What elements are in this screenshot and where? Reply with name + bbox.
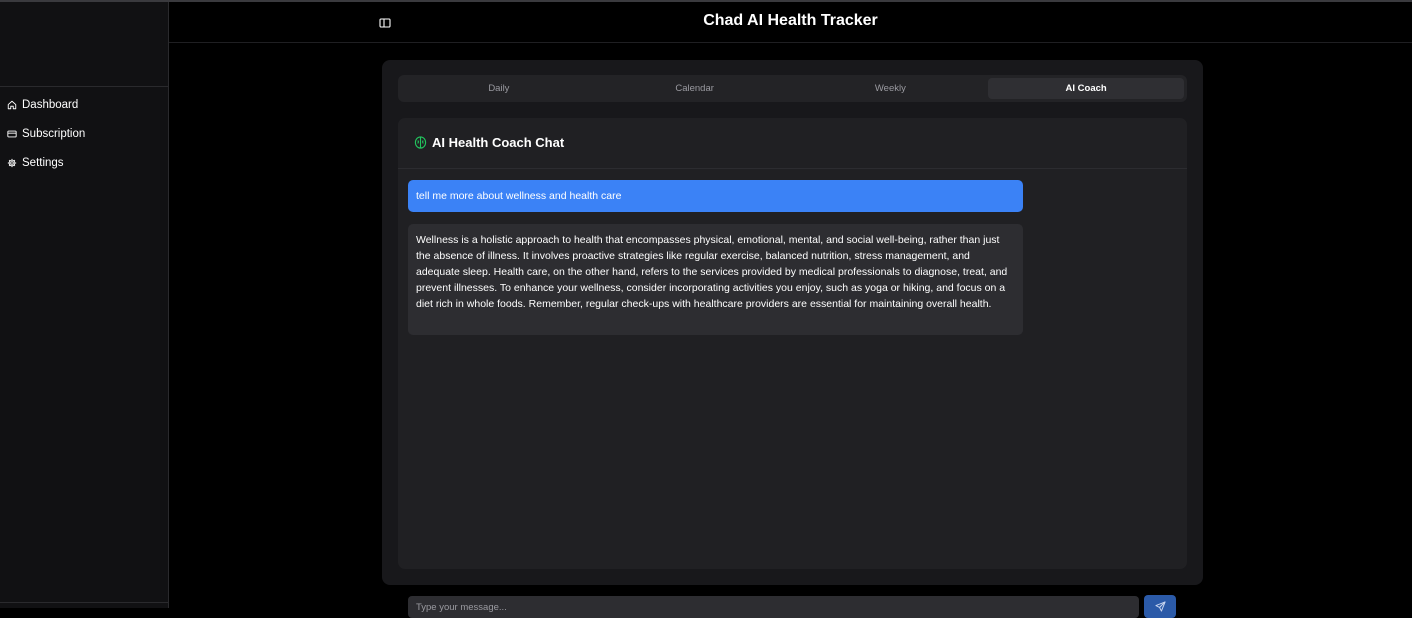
message-input[interactable] (408, 596, 1139, 618)
gear-icon (7, 158, 17, 167)
sidebar-item-label: Dashboard (22, 98, 79, 111)
tab-weekly[interactable]: Weekly (793, 78, 989, 99)
tab-daily[interactable]: Daily (401, 78, 597, 99)
sidebar-item-label: Subscription (22, 127, 86, 140)
home-icon (7, 100, 17, 109)
user-message: tell me more about wellness and health c… (408, 180, 1023, 212)
app-header: Chad AI Health Tracker (169, 2, 1412, 43)
brain-icon (414, 136, 427, 149)
sidebar-item-label: Settings (22, 156, 64, 169)
sidebar-item-dashboard[interactable]: Dashboard (0, 90, 168, 119)
send-button[interactable] (1144, 595, 1176, 618)
page-title: Chad AI Health Tracker (703, 12, 878, 29)
chat-panel: AI Health Coach Chat tell me more about … (398, 118, 1187, 618)
tab-list: Daily Calendar Weekly AI Coach (398, 75, 1187, 102)
credit-card-icon (7, 130, 17, 137)
sidebar-footer-divider (0, 602, 168, 603)
tab-ai-coach[interactable]: AI Coach (988, 78, 1184, 99)
assistant-message: Wellness is a holistic approach to healt… (408, 224, 1023, 335)
sidebar-divider (0, 86, 168, 87)
sidebar-item-subscription[interactable]: Subscription (0, 119, 168, 148)
sidebar-nav: Dashboard Subscription Settings (0, 90, 168, 177)
send-icon (1154, 601, 1166, 612)
tab-calendar[interactable]: Calendar (597, 78, 793, 99)
chat-header: AI Health Coach Chat (398, 118, 1187, 169)
main-card: Daily Calendar Weekly AI Coach AI Health… (382, 60, 1203, 618)
sidebar-item-settings[interactable]: Settings (0, 148, 168, 177)
chat-title: AI Health Coach Chat (432, 135, 565, 150)
sidebar: Dashboard Subscription Settings (0, 2, 169, 608)
